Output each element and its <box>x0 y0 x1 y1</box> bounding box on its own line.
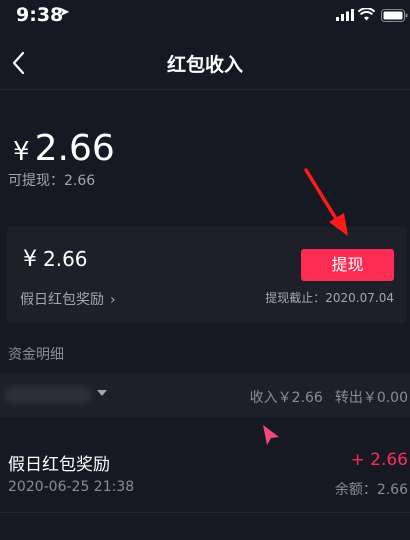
card-amount: ¥2.66 <box>23 247 88 272</box>
pointer-cursor-icon <box>263 425 279 445</box>
nav-divider <box>0 89 410 90</box>
chevron-right-icon: › <box>110 292 116 308</box>
available-text: 可提现：2.66 <box>8 173 96 189</box>
withdraw-button[interactable]: 提现 <box>301 249 394 281</box>
transaction-amount: + 2.66 <box>350 450 409 470</box>
expense-summary: 转出￥0.00 <box>334 390 408 406</box>
balance-amount: ¥ 2.66 <box>13 128 115 169</box>
filter-dropdown[interactable] <box>0 373 115 417</box>
reward-link[interactable]: 假日红包奖励 › <box>20 289 116 309</box>
income-summary: 收入￥2.66 <box>249 390 323 406</box>
status-bar: 9:38 ➤ <box>0 0 410 34</box>
annotation-arrow-icon <box>304 168 348 236</box>
row-divider <box>0 512 410 513</box>
reward-card: ¥2.66 假日红包奖励 › 提现 提现截止：2020.07.04 <box>7 227 407 323</box>
transaction-date: 2020-06-25 21:38 <box>8 479 135 495</box>
nav-bar: 红包收入 <box>0 40 410 84</box>
balance-value: 2.66 <box>34 128 115 169</box>
wifi-icon <box>358 8 375 21</box>
section-title: 资金明细 <box>8 347 64 363</box>
withdraw-deadline: 提现截止：2020.07.04 <box>265 291 394 305</box>
battery-icon <box>381 9 408 22</box>
card-currency: ¥ <box>23 247 37 272</box>
card-value: 2.66 <box>43 247 88 271</box>
signal-icon <box>336 9 354 21</box>
balance-currency: ¥ <box>13 137 30 167</box>
caret-down-icon <box>97 390 107 396</box>
reward-label: 假日红包奖励 <box>20 292 104 308</box>
transaction-balance: 余额：2.66 <box>334 482 408 498</box>
transaction-title: 假日红包奖励 <box>8 455 110 475</box>
filter-blurred-text <box>6 387 90 403</box>
filter-bar: 收入￥2.66 转出￥0.00 <box>0 373 410 417</box>
filter-summary: 收入￥2.66 转出￥0.00 <box>238 387 408 407</box>
location-arrow-icon: ➤ <box>59 5 70 20</box>
page-title: 红包收入 <box>166 54 243 76</box>
status-time: 9:38 <box>16 4 64 26</box>
transaction-row[interactable]: 假日红包奖励 + 2.66 2020-06-25 21:38 余额：2.66 <box>0 432 410 513</box>
